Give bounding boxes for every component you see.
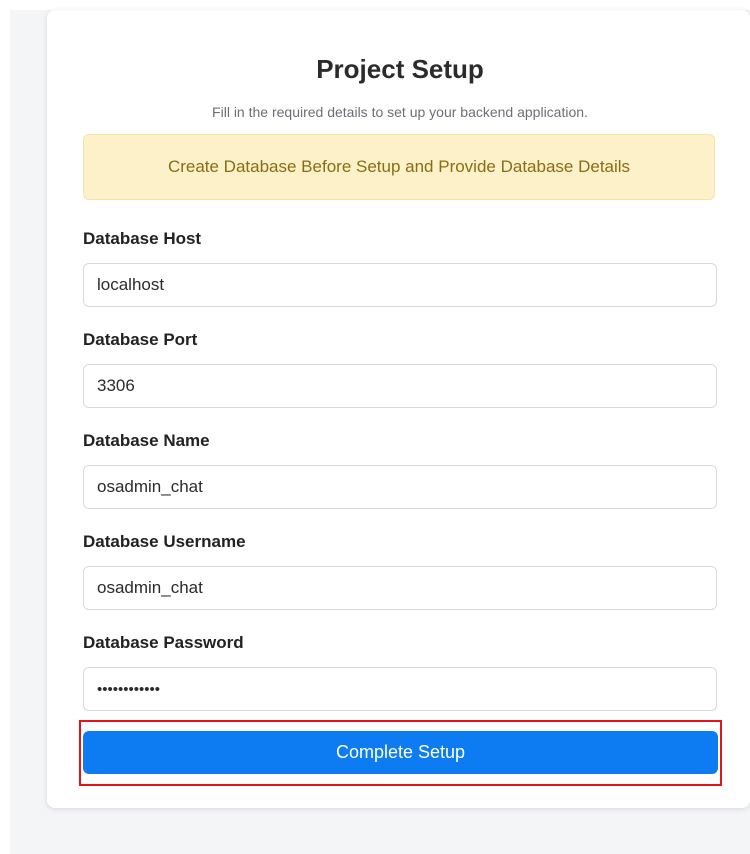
page-title: Project Setup: [316, 54, 484, 84]
database-password-label: Database Password: [83, 633, 244, 652]
database-port-input[interactable]: [83, 364, 717, 408]
database-username-input[interactable]: [83, 566, 717, 610]
complete-setup-button[interactable]: Complete Setup: [83, 731, 718, 774]
page-subtitle: Fill in the required details to set up y…: [212, 104, 588, 120]
database-password-input[interactable]: [83, 667, 717, 711]
database-name-input[interactable]: [83, 465, 717, 509]
database-port-label: Database Port: [83, 330, 198, 349]
database-host-label: Database Host: [83, 229, 202, 248]
database-host-input[interactable]: [83, 263, 717, 307]
database-warning-alert: Create Database Before Setup and Provide…: [83, 134, 715, 200]
database-username-label: Database Username: [83, 532, 246, 551]
alert-message: Create Database Before Setup and Provide…: [167, 157, 631, 176]
database-name-label: Database Name: [83, 431, 210, 450]
setup-card: Project Setup Fill in the required detai…: [47, 10, 750, 808]
